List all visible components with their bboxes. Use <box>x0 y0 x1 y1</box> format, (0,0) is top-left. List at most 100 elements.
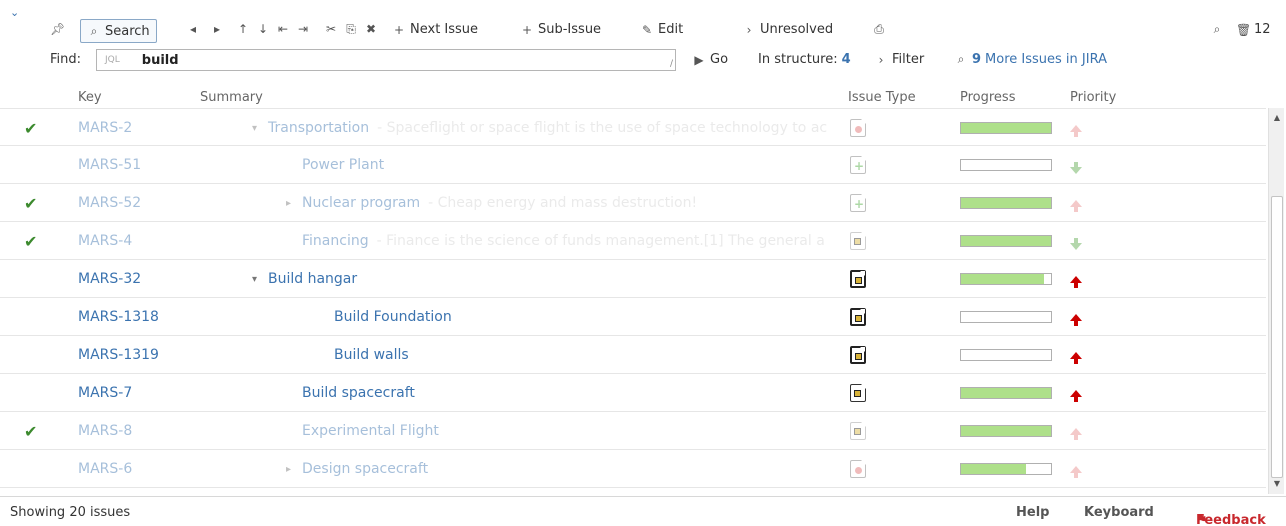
plus-icon: + <box>521 22 533 37</box>
issue-summary-link[interactable]: Design spacecraft <box>302 461 428 477</box>
issue-key-link[interactable]: MARS-6 <box>78 450 218 488</box>
priority-high-icon <box>1070 199 1082 212</box>
move-up-icon[interactable]: ↑ <box>236 22 250 36</box>
move-right-icon[interactable]: ▸ <box>210 22 224 36</box>
footer-bar: Showing 20 issues Help Keyboard ⚑ Feedba… <box>0 496 1286 526</box>
issue-summary-link[interactable]: Build hangar <box>268 271 357 287</box>
search-button[interactable]: ⌕ Search <box>80 19 157 43</box>
issue-type-feature-icon: + <box>850 194 866 212</box>
progress-fill <box>961 198 1051 208</box>
in-structure-count[interactable]: In structure: 4 <box>758 52 851 67</box>
issue-row[interactable]: ✔ MARS-52 ▸ Nuclear program - Cheap energy a… <box>0 184 1266 222</box>
progress-bar <box>960 311 1052 323</box>
chevron-right-icon: › <box>878 52 884 67</box>
go-button[interactable]: ▶ Go <box>692 52 728 67</box>
chevron-right-icon: › <box>746 22 752 37</box>
filter-button[interactable]: › Filter <box>874 52 925 67</box>
issue-row[interactable]: MARS-6 ▸ Design spacecraft <box>0 450 1266 488</box>
column-header-issue-type[interactable]: Issue Type <box>848 90 916 105</box>
issue-summary-link[interactable]: Build spacecraft <box>302 385 415 401</box>
issue-summary-link[interactable]: Nuclear program <box>302 195 420 211</box>
find-input[interactable]: JQL build ∕ <box>96 49 676 71</box>
issue-type-feature-icon: + <box>850 156 866 174</box>
next-issue-button[interactable]: + Next Issue <box>392 22 478 37</box>
issue-summary-link[interactable]: Transportation <box>268 120 369 136</box>
issue-description: - Cheap energy and mass destruction! <box>428 195 698 211</box>
progress-bar <box>960 425 1052 437</box>
issue-summary-link[interactable]: Build Foundation <box>334 309 452 325</box>
play-icon: ▶ <box>694 52 704 67</box>
chevron-down-icon[interactable]: ⌄ <box>10 6 19 19</box>
edit-button[interactable]: ✎ Edit <box>640 22 683 37</box>
issue-key-link[interactable]: MARS-7 <box>78 374 218 412</box>
issue-description: - Spaceflight or space flight is the use… <box>377 120 828 136</box>
issue-row[interactable]: MARS-32 ▾ Build hangar <box>0 260 1266 298</box>
resolution-filter-button[interactable]: › Unresolved <box>742 22 834 37</box>
column-header-key[interactable]: Key <box>78 90 102 105</box>
issue-key-link[interactable]: MARS-51 <box>78 146 218 184</box>
issue-row[interactable]: MARS-7 Build spacecraft <box>0 374 1266 412</box>
issue-key-link[interactable]: MARS-2 <box>78 109 218 147</box>
issue-row[interactable]: MARS-51 Power Plant + <box>0 146 1266 184</box>
column-header-priority[interactable]: Priority <box>1070 90 1116 105</box>
issue-row[interactable]: MARS-1318 Build Foundation <box>0 298 1266 336</box>
jql-tag[interactable]: JQL <box>105 55 120 65</box>
delete-icon[interactable]: ✖ <box>364 22 378 36</box>
issue-key-link[interactable]: MARS-4 <box>78 222 218 260</box>
issue-type-task-icon <box>850 422 866 440</box>
column-header-progress[interactable]: Progress <box>960 90 1015 105</box>
more-issues-link[interactable]: ⌕ 9 More Issues in JIRA <box>954 52 1107 67</box>
issue-key-link[interactable]: MARS-1319 <box>78 336 218 374</box>
issue-summary-link[interactable]: Build walls <box>334 347 409 363</box>
scroll-up-icon[interactable]: ▲ <box>1269 110 1285 126</box>
expand-right-icon[interactable]: ▸ <box>286 464 296 475</box>
expand-right-icon[interactable]: ▸ <box>286 198 296 209</box>
progress-bar <box>960 349 1052 361</box>
issue-key-link[interactable]: MARS-32 <box>78 260 218 298</box>
move-down-icon[interactable]: ↓ <box>256 22 270 36</box>
resolved-check-icon <box>24 336 44 374</box>
issue-key-link[interactable]: MARS-8 <box>78 412 218 450</box>
issue-row[interactable]: ✔ MARS-8 Experimental Flight <box>0 412 1266 450</box>
print-icon[interactable]: ⎙ <box>872 22 886 37</box>
progress-bar <box>960 122 1052 134</box>
expand-down-icon[interactable]: ▾ <box>252 123 262 134</box>
issue-row[interactable]: ✔ MARS-4 Financing - Finance is the science… <box>0 222 1266 260</box>
scroll-thumb[interactable] <box>1271 196 1283 478</box>
pin-icon[interactable]: 📌︎ <box>50 22 65 36</box>
issue-key-link[interactable]: MARS-1318 <box>78 298 218 336</box>
issue-row[interactable]: MARS-1319 Build walls <box>0 336 1266 374</box>
issue-summary-link[interactable]: Power Plant <box>302 157 384 173</box>
keyboard-link[interactable]: Keyboard <box>1084 505 1154 520</box>
paste-icon[interactable]: ⎘ <box>344 22 358 37</box>
resolved-check-icon <box>24 450 44 488</box>
resize-grip-icon[interactable]: ∕ <box>670 59 673 69</box>
resolved-check-icon: ✔ <box>24 421 38 441</box>
issue-grid: ✔ MARS-2 ▾ Transportation - Spaceflight or s… <box>0 108 1266 494</box>
vertical-scrollbar[interactable]: ▲ ▼ <box>1268 108 1284 494</box>
progress-fill <box>961 388 1051 398</box>
zoom-icon[interactable]: ⌕ <box>1210 22 1224 37</box>
progress-fill <box>961 236 1051 246</box>
expand-down-icon[interactable]: ▾ <box>252 274 262 285</box>
issue-summary-link[interactable]: Experimental Flight <box>302 423 439 439</box>
outdent-icon[interactable]: ⇤ <box>276 22 290 36</box>
priority-low-icon <box>1070 161 1082 174</box>
cut-icon[interactable]: ✂ <box>324 22 338 36</box>
progress-fill <box>961 123 1051 133</box>
progress-bar <box>960 197 1052 209</box>
indent-icon[interactable]: ⇥ <box>296 22 310 36</box>
sub-issue-button[interactable]: + Sub-Issue <box>520 22 601 37</box>
issue-key-link[interactable]: MARS-52 <box>78 184 218 222</box>
progress-bar <box>960 159 1052 171</box>
issue-type-task-icon <box>850 384 866 402</box>
magnifier-icon: ⌕ <box>90 23 98 38</box>
issue-summary-link[interactable]: Financing <box>302 233 369 249</box>
progress-bar <box>960 273 1052 285</box>
help-link[interactable]: Help <box>1016 505 1049 520</box>
column-header-summary[interactable]: Summary <box>200 90 263 105</box>
issue-row[interactable]: ✔ MARS-2 ▾ Transportation - Spaceflight or s… <box>0 108 1266 146</box>
move-left-icon[interactable]: ◂ <box>186 22 200 36</box>
scroll-down-icon[interactable]: ▼ <box>1269 476 1285 492</box>
trash-button[interactable]: 🗑︎ 12 <box>1236 22 1271 37</box>
